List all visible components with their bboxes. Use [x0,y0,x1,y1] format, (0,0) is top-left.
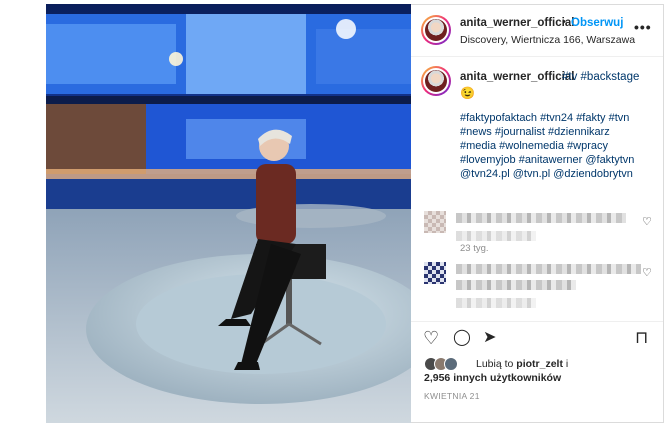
caption-avatar[interactable] [421,66,451,96]
comment-item: ♡ [424,262,654,308]
wink-emoji-icon: 😉 [460,86,475,100]
post-sidebar: anita_werner_official • Obserwuj Discove… [411,4,664,423]
liked-by-prefix: Lubią to [476,358,517,370]
comment-like-heart-icon[interactable]: ♡ [642,215,652,228]
post-actions-bar: ♡ ◯ ➤ ⊓ [411,321,663,351]
hashtag-line[interactable]: #media #wolnemedia #wpracy [460,139,660,153]
post-header: anita_werner_official • Obserwuj Discove… [411,5,663,57]
blurred-comment-text [456,264,641,274]
liked-by-user[interactable]: piotr_zelt [516,358,563,370]
post-location[interactable]: Discovery, Wiertnicza 166, Warszawa [460,34,635,46]
instagram-post-modal: anita_werner_official • Obserwuj Discove… [0,0,664,423]
follow-button[interactable]: Obserwuj [571,17,623,29]
like-heart-icon[interactable]: ♡ [423,329,439,347]
more-options-icon[interactable]: ••• [634,19,652,35]
tv-studio-photo [46,4,411,423]
blurred-comment-text [456,280,576,290]
save-bookmark-icon[interactable]: ⊓ [635,329,648,346]
hashtag-line[interactable]: #lovemyjob #anitawerner @faktytvn [460,153,660,167]
hashtag-line[interactable]: @tvn24.pl @tvn.pl @dziendobrytvn [460,167,660,181]
comment-like-heart-icon[interactable]: ♡ [642,266,652,279]
blurred-comment-text [456,213,626,223]
liker-avatar[interactable] [444,357,458,371]
liked-by-suffix: i [562,358,569,370]
caption-head-tags[interactable]: #tv #backstage [562,71,639,83]
caption-username[interactable]: anita_werner_official [460,71,574,83]
comment-item: ♡ [424,211,654,251]
hashtag-line[interactable]: #news #journalist #dziennikarz [460,125,660,139]
backdrop-edge [0,0,46,423]
post-photo[interactable] [46,4,411,423]
liked-by-text: Lubią to piotr_zelt i [476,358,568,370]
avatar[interactable] [421,15,451,45]
blurred-comment-meta [456,231,536,241]
blurred-comment-meta [456,298,536,308]
caption-hashtags: #faktypofaktach #tvn24 #fakty #tvn #news… [460,111,660,181]
comment-bubble-icon[interactable]: ◯ [453,330,471,346]
commenter-avatar-blurred [424,211,446,233]
likes-count[interactable]: 2,956 innych użytkowników [424,372,561,384]
share-send-icon[interactable]: ➤ [483,330,496,346]
post-date: KWIETNIA 21 [424,391,480,401]
post-author-username[interactable]: anita_werner_official [460,17,574,29]
commenter-avatar-blurred [424,262,446,284]
hashtag-line[interactable]: #faktypofaktach #tvn24 #fakty #tvn [460,111,660,125]
separator-dot: • [562,16,566,28]
